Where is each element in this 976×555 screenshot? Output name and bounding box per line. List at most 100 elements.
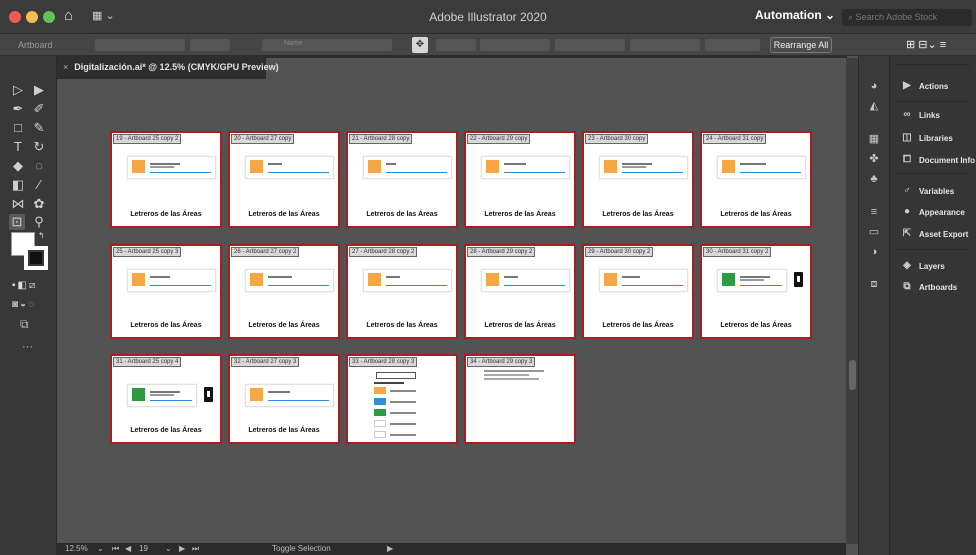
draw-mode-icon[interactable]: ◙◒◌ (12, 299, 36, 310)
artboard[interactable]: 30 - Artboard 31 copy 2 Letreros de las … (700, 244, 812, 339)
artboard-footer: Letreros de las Áreas (248, 211, 320, 218)
blend-tool-icon[interactable]: ⋈ (10, 196, 26, 212)
artboard[interactable]: 26 - Artboard 27 copy 2 Letreros de las … (228, 244, 340, 339)
preset-select[interactable] (95, 39, 185, 51)
artboard-tool-icon[interactable]: ⊡ (9, 214, 25, 230)
rearrange-all-button[interactable]: Rearrange All (770, 37, 832, 53)
zoom-tool-icon[interactable]: ⚲ (31, 214, 47, 230)
panel-document-info[interactable]: ⧠ Document Info (890, 152, 976, 170)
transform-panel-icon[interactable]: ⧈ (867, 278, 881, 290)
artboard-name-field[interactable]: Name (262, 39, 392, 51)
artboard[interactable]: 22 - Artboard 29 copy Letreros de las Ár… (464, 131, 576, 228)
zoom-dropdown-icon[interactable]: ⌄ (97, 544, 104, 553)
selection-tool-icon[interactable]: ▷ (10, 82, 26, 98)
direct-selection-tool-icon[interactable]: ▶ (31, 82, 47, 98)
lasso-tool-icon[interactable]: ◌ (31, 158, 47, 174)
swatches-panel-icon[interactable]: ▦ (867, 133, 881, 145)
shape-builder-tool-icon[interactable]: ◧ (10, 177, 26, 193)
curvature-tool-icon[interactable]: ✐ (31, 101, 47, 117)
symbols-panel-icon[interactable]: ♣ (867, 173, 881, 185)
artboard[interactable]: 27 - Artboard 28 copy 2 Letreros de las … (346, 244, 458, 339)
edit-toolbar-icon[interactable]: ··· (22, 341, 33, 353)
artboard[interactable]: 19 - Artboard 25 copy 2 Letreros de las … (110, 131, 222, 228)
scrollbar-thumb[interactable] (849, 360, 856, 390)
artboard-label: 34 - Artboard 29 copy 3 (467, 357, 536, 367)
height-field[interactable] (705, 39, 760, 51)
pencil-tool-icon[interactable]: ✎ (31, 120, 47, 136)
swap-colors-icon[interactable]: ↰ (38, 231, 45, 240)
color-panel-icon[interactable]: ◕ (867, 80, 881, 92)
next-artboard-icon[interactable]: ▶ (179, 544, 185, 553)
eyedropper-tool-icon[interactable]: ⁄ (31, 177, 47, 193)
width-field[interactable] (630, 39, 700, 51)
panel-icon-strip: ◕ ◭ ▦ ✤ ♣ ≡ ▭ ◑ ⧈ (858, 56, 889, 555)
link-icon: ∞ (903, 109, 911, 120)
brushes-panel-icon[interactable]: ✤ (867, 153, 881, 165)
panel-menu-icon[interactable]: ⊞ ⊟⌄ ≡ (906, 38, 946, 51)
stock-search-input[interactable]: ⌕ Search Adobe Stock (842, 9, 972, 26)
previous-artboard-icon[interactable]: ◀ (125, 544, 131, 553)
artboard[interactable]: 31 - Artboard 25 copy 4 Letreros de las … (110, 354, 222, 444)
artboard-footer: Letreros de las Áreas (602, 211, 674, 218)
panel-appearance[interactable]: ● Appearance (890, 204, 976, 222)
sign-preview (599, 156, 688, 179)
pen-tool-icon[interactable]: ✒ (10, 101, 26, 117)
type-tool-icon[interactable]: T (10, 139, 26, 155)
gradient-panel-icon[interactable]: ▭ (867, 226, 881, 238)
color-mode-icon[interactable]: ▪◧⧄ (12, 280, 37, 291)
vertical-scrollbar[interactable] (846, 58, 858, 544)
zoom-level[interactable]: 12.5% (65, 544, 88, 553)
eraser-tool-icon[interactable]: ◆ (10, 158, 26, 174)
navigator-panel-icon[interactable]: ◭ (867, 100, 881, 112)
workspace-switcher[interactable]: Automation ⌄ (755, 8, 835, 22)
panel-libraries[interactable]: ◫ Libraries (890, 130, 976, 148)
artboard-footer: Letreros de las Áreas (484, 211, 556, 218)
stroke-swatch[interactable] (24, 246, 48, 270)
document-tab[interactable]: × Digitalización.ai* @ 12.5% (CMYK/GPU Pr… (57, 58, 279, 79)
sign-preview (481, 156, 570, 179)
panel-variables[interactable]: ♂ Variables (890, 183, 976, 201)
rotate-tool-icon[interactable]: ↻ (31, 139, 47, 155)
artboard-label: 27 - Artboard 28 copy 2 (349, 247, 418, 257)
x-field[interactable] (480, 39, 550, 51)
sign-preview (245, 269, 334, 292)
screen-mode-icon[interactable]: ⧉ (20, 317, 29, 332)
artboard[interactable]: 20 - Artboard 27 copy Letreros de las Ár… (228, 131, 340, 228)
close-tab-icon[interactable]: × (63, 62, 68, 72)
panel-layers[interactable]: ◈ Layers (890, 258, 976, 276)
stroke-panel-icon[interactable]: ≡ (867, 206, 881, 218)
last-artboard-icon[interactable]: ⏭ (192, 544, 199, 554)
artboard[interactable]: 32 - Artboard 27 copy 3 Letreros de las … (228, 354, 340, 444)
title-bar: ⌂ ▦ ⌄ Adobe Illustrator 2020 Automation … (0, 0, 976, 34)
artboard[interactable]: 34 - Artboard 29 copy 3 (464, 354, 576, 444)
status-bar: 12.5% ⌄ ⏮ ◀ 19 ⌄ ▶ ⏭ Toggle Selection ▶ (57, 543, 846, 555)
first-artboard-icon[interactable]: ⏮ (112, 544, 119, 554)
asset-export-icon: ⇱ (902, 228, 912, 239)
panel-links[interactable]: ∞ Links (890, 107, 976, 125)
orientation-buttons[interactable] (190, 39, 230, 51)
sign-preview (127, 384, 213, 407)
panel-actions[interactable]: ▶ Actions (890, 78, 976, 96)
artboard[interactable]: 21 - Artboard 28 copy Letreros de las Ár… (346, 131, 458, 228)
artboard[interactable]: 33 - Artboard 28 copy 3 (346, 354, 458, 444)
artboard-options-buttons[interactable] (436, 39, 476, 51)
panel-asset-export[interactable]: ⇱ Asset Export (890, 226, 976, 244)
artboard-dropdown-icon[interactable]: ⌄ (165, 544, 172, 553)
artboard-label: 23 - Artboard 30 copy (585, 134, 649, 144)
artboard-number[interactable]: 19 (139, 544, 148, 553)
artboard[interactable]: 28 - Artboard 29 copy 2 Letreros de las … (464, 244, 576, 339)
y-field[interactable] (555, 39, 625, 51)
move-copy-artwork-icon[interactable]: ✥ (412, 37, 428, 53)
artboard[interactable]: 23 - Artboard 30 copy Letreros de las Ár… (582, 131, 694, 228)
sign-preview (717, 156, 806, 179)
artboard[interactable]: 24 - Artboard 31 copy Letreros de las Ár… (700, 131, 812, 228)
transparency-panel-icon[interactable]: ◑ (867, 246, 881, 258)
symbol-sprayer-tool-icon[interactable]: ✿ (31, 196, 47, 212)
status-menu-icon[interactable]: ▶ (387, 544, 393, 553)
panel-artboards[interactable]: ⧉ Artboards (890, 279, 976, 297)
artboard[interactable]: 25 - Artboard 25 copy 3 Letreros de las … (110, 244, 222, 339)
status-mode[interactable]: Toggle Selection (272, 544, 331, 553)
artboard[interactable]: 29 - Artboard 30 copy 2 Letreros de las … (582, 244, 694, 339)
rectangle-tool-icon[interactable]: □ (10, 120, 26, 136)
artboard-label: 33 - Artboard 28 copy 3 (349, 357, 418, 367)
